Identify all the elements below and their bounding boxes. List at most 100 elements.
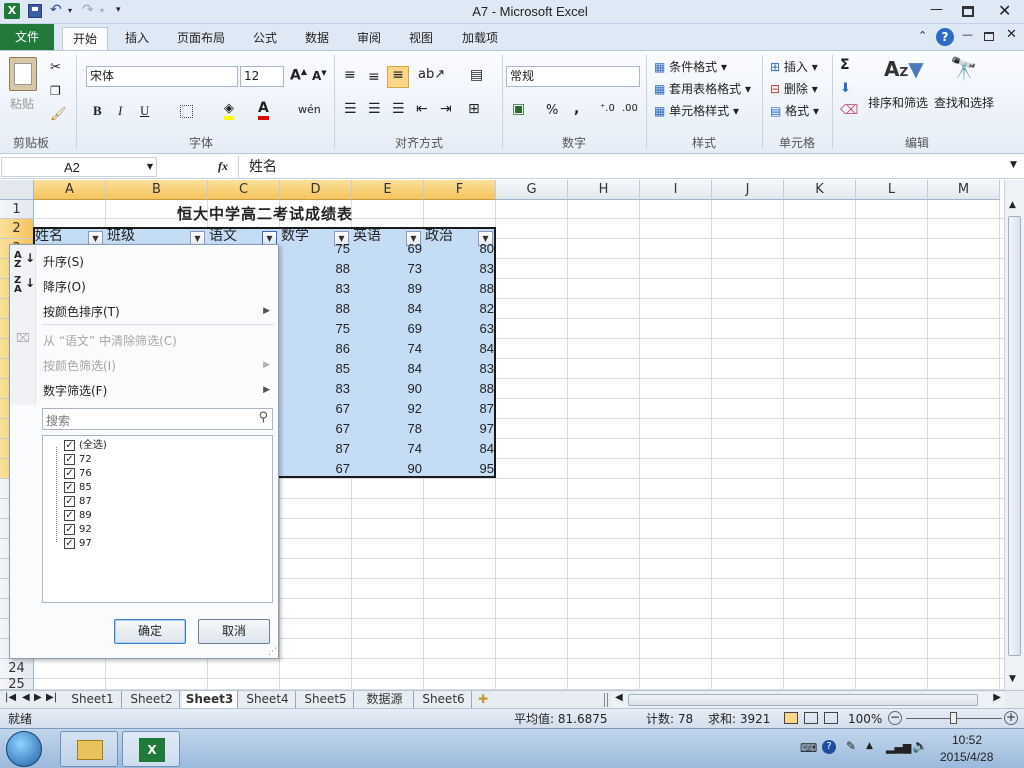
sheet-tab[interactable]: 数据源 — [356, 691, 414, 708]
resize-grip-icon[interactable]: ⋰ — [268, 647, 277, 657]
format-as-table-button[interactable]: ▦ 套用表格格式 ▾ — [654, 80, 751, 97]
explorer-taskbar-icon[interactable] — [60, 731, 118, 767]
column-header[interactable]: F — [424, 180, 496, 200]
data-cell[interactable]: 90 — [352, 459, 424, 478]
align-middle-icon[interactable]: ≡ — [368, 69, 380, 85]
formula-input[interactable]: 姓名 — [238, 156, 1008, 178]
sheet-tab[interactable]: Sheet6 — [416, 691, 472, 708]
fill-color-icon[interactable]: ◈ — [224, 101, 234, 120]
checkbox-checked-icon[interactable]: ✓ — [64, 523, 75, 535]
number-format-combo[interactable]: 常规 — [506, 66, 640, 87]
align-right-icon[interactable]: ☰ — [392, 101, 405, 117]
wb-restore-icon[interactable] — [984, 32, 994, 41]
orientation-icon[interactable]: ab↗ — [418, 67, 445, 82]
underline-button[interactable]: U — [140, 103, 149, 119]
data-cell[interactable]: 86 — [280, 339, 352, 358]
tab-splitter[interactable] — [604, 693, 608, 707]
checkbox-checked-icon[interactable]: ✓ — [64, 453, 75, 465]
align-left-icon[interactable]: ☰ — [344, 101, 357, 117]
scroll-thumb[interactable] — [1008, 216, 1021, 656]
row-header[interactable]: 1 — [0, 200, 34, 219]
clock-date[interactable]: 2015/4/28 — [940, 750, 993, 764]
align-bottom-icon[interactable]: ≡ — [387, 66, 409, 88]
hscroll-thumb[interactable] — [628, 694, 978, 706]
sheet-title[interactable]: 恒大中学高二考试成绩表 — [34, 205, 496, 224]
column-header[interactable]: L — [856, 180, 928, 200]
tab-insert[interactable]: 插入 — [114, 27, 160, 50]
column-header[interactable]: I — [640, 180, 712, 200]
column-header[interactable]: G — [496, 180, 568, 200]
customize-qat-icon[interactable]: ▾ — [116, 5, 121, 15]
center-icon[interactable]: ☰ — [368, 101, 381, 117]
data-cell[interactable]: 84 — [424, 439, 496, 458]
zoom-out-icon[interactable]: − — [888, 711, 902, 725]
cut-icon[interactable]: ✂ — [50, 60, 61, 75]
column-header[interactable]: J — [712, 180, 784, 200]
network-icon[interactable]: ▂▄▆ — [886, 741, 911, 754]
expand-formula-icon[interactable]: ▼ — [1010, 160, 1017, 170]
data-cell[interactable]: 87 — [424, 399, 496, 418]
filter-checkbox-item[interactable]: ✓ 72 — [64, 453, 92, 467]
tab-view[interactable]: 视图 — [398, 27, 444, 50]
restore-icon[interactable] — [962, 6, 974, 17]
normal-view-icon[interactable] — [784, 712, 798, 724]
row-header[interactable]: 24 — [0, 659, 34, 679]
excel-taskbar-icon[interactable]: X — [122, 731, 180, 767]
filter-checkbox-item[interactable]: ✓ 85 — [64, 481, 92, 495]
sheet-tab[interactable]: Sheet2 — [124, 691, 180, 708]
row-header[interactable]: 2 — [0, 219, 34, 239]
name-box-dropdown-icon[interactable]: ▼ — [147, 162, 153, 171]
checkbox-checked-icon[interactable]: ✓ — [64, 537, 75, 549]
find-select-button[interactable]: 查找和选择 — [934, 94, 994, 111]
data-cell[interactable]: 69 — [352, 239, 424, 258]
paste-icon[interactable] — [9, 57, 37, 91]
minimize-icon[interactable]: — — [930, 2, 943, 17]
cancel-button[interactable]: 取消 — [198, 619, 270, 644]
menu-number-filters[interactable]: 数字筛选(F) — [43, 382, 107, 399]
bold-button[interactable]: B — [93, 103, 102, 119]
first-sheet-icon[interactable]: |◀ — [5, 692, 16, 703]
data-cell[interactable]: 88 — [280, 299, 352, 318]
data-cell[interactable]: 69 — [352, 319, 424, 338]
format-cells-button[interactable]: ▤ 格式 ▾ — [770, 102, 819, 119]
filter-search-box[interactable]: 搜索 ⚲ — [42, 408, 273, 430]
name-box[interactable]: A2 ▼ — [1, 157, 157, 177]
accounting-icon[interactable]: ▣ — [512, 101, 525, 117]
checkbox-checked-icon[interactable]: ✓ — [64, 467, 75, 479]
scroll-right-icon[interactable]: ▶ — [993, 692, 1001, 703]
column-header[interactable]: C — [208, 180, 280, 200]
filter-checkbox-item[interactable]: ✓ 87 — [64, 495, 92, 509]
autosum-button[interactable]: Σ — [840, 57, 850, 73]
clear-icon[interactable]: ⌫ — [840, 103, 858, 118]
data-cell[interactable]: 95 — [424, 459, 496, 478]
data-cell[interactable]: 87 — [280, 439, 352, 458]
data-cell[interactable]: 88 — [424, 379, 496, 398]
page-layout-view-icon[interactable] — [804, 712, 818, 724]
column-header[interactable]: A — [34, 180, 106, 200]
tab-review[interactable]: 审阅 — [346, 27, 392, 50]
filter-checkbox-item[interactable]: ✓ 97 — [64, 537, 92, 551]
fill-icon[interactable]: ⬇ — [840, 81, 851, 96]
pen-tray-icon[interactable]: ✎ — [846, 739, 856, 753]
filter-checkbox-item[interactable]: ✓ 76 — [64, 467, 92, 481]
tab-data[interactable]: 数据 — [294, 27, 340, 50]
menu-sort-by-color[interactable]: 按颜色排序(T) — [43, 303, 120, 320]
sort-filter-icon[interactable]: AZ▼ — [884, 57, 924, 81]
data-cell[interactable]: 78 — [352, 419, 424, 438]
data-cell[interactable]: 75 — [280, 239, 352, 258]
find-select-icon[interactable]: 🔭 — [950, 57, 977, 82]
font-name-combo[interactable]: 宋体 — [86, 66, 238, 87]
volume-icon[interactable]: 🔈 — [912, 739, 928, 754]
page-break-view-icon[interactable] — [824, 712, 838, 724]
data-cell[interactable]: 67 — [280, 419, 352, 438]
sheet-tab[interactable]: Sheet4 — [240, 691, 296, 708]
undo-dropdown-icon[interactable]: ▾ — [68, 6, 72, 15]
tab-home[interactable]: 开始 — [62, 27, 108, 50]
select-all-corner[interactable] — [0, 180, 34, 200]
function-wizard-button[interactable]: fx — [218, 159, 228, 174]
horizontal-scrollbar[interactable]: ◀ ▶ — [612, 692, 1004, 708]
data-cell[interactable]: 82 — [424, 299, 496, 318]
tab-addins[interactable]: 加载项 — [452, 27, 508, 50]
data-cell[interactable]: 88 — [424, 279, 496, 298]
column-header[interactable]: M — [928, 180, 1000, 200]
